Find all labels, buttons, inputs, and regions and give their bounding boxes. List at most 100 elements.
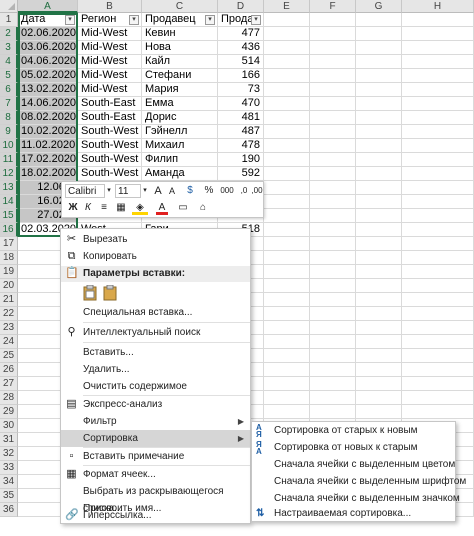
cell[interactable] (402, 293, 474, 307)
cell[interactable] (402, 69, 474, 83)
cell[interactable] (310, 251, 356, 265)
cell[interactable] (356, 307, 402, 321)
menu-item-delete[interactable]: Удалить... (61, 361, 250, 378)
cell[interactable] (264, 125, 310, 139)
row-header[interactable]: 15 (0, 209, 18, 223)
cell[interactable] (402, 209, 474, 223)
cell[interactable] (356, 209, 402, 223)
filter-dropdown-icon[interactable]: ▾ (251, 15, 261, 25)
cell[interactable] (356, 279, 402, 293)
cell[interactable] (356, 223, 402, 237)
cell[interactable]: 481 (218, 111, 264, 125)
cell[interactable]: Стефани (142, 69, 218, 83)
cell[interactable] (264, 97, 310, 111)
cell[interactable] (402, 97, 474, 111)
cell[interactable] (264, 69, 310, 83)
cell[interactable] (356, 391, 402, 405)
cell[interactable]: Нова (142, 41, 218, 55)
cell[interactable]: 477 (218, 27, 264, 41)
cell[interactable] (310, 363, 356, 377)
cell[interactable] (402, 139, 474, 153)
currency-icon[interactable]: $ (182, 184, 198, 198)
merge-cells-icon[interactable]: ▭ (176, 201, 190, 215)
cell[interactable] (356, 195, 402, 209)
cell[interactable] (310, 307, 356, 321)
row-header[interactable]: 28 (0, 391, 18, 405)
row-header[interactable]: 17 (0, 237, 18, 251)
font-name-box[interactable]: Calibri (65, 184, 105, 198)
cell[interactable]: 73 (218, 83, 264, 97)
cell[interactable] (356, 349, 402, 363)
sort-custom[interactable]: ⇅ Настраиваемая сортировка... (252, 506, 455, 522)
row-header[interactable]: 24 (0, 335, 18, 349)
cell[interactable] (402, 279, 474, 293)
sort-new-to-old[interactable]: Я A Сортировка от новых к старым (252, 440, 455, 456)
cell[interactable] (310, 209, 356, 223)
cell[interactable]: South-West (78, 153, 142, 167)
cell[interactable] (310, 195, 356, 209)
cell[interactable] (310, 349, 356, 363)
cell[interactable] (402, 55, 474, 69)
column-header[interactable]: H (402, 0, 474, 13)
row-header[interactable]: 13 (0, 181, 18, 195)
menu-item-pick-list[interactable]: Выбрать из раскрывающегося списка... (61, 483, 250, 514)
cell[interactable] (264, 405, 310, 419)
cell[interactable] (356, 181, 402, 195)
row-header[interactable]: 35 (0, 489, 18, 503)
format-painter-icon[interactable]: ⌂ (196, 201, 210, 215)
sort-cell-color-first[interactable]: Сначала ячейки с выделенным цветом (252, 457, 455, 473)
cell[interactable] (402, 181, 474, 195)
row-header[interactable]: 27 (0, 377, 18, 391)
row-header[interactable]: 9 (0, 125, 18, 139)
row-header[interactable]: 29 (0, 405, 18, 419)
column-header[interactable]: G (356, 0, 402, 13)
cell[interactable] (264, 251, 310, 265)
cell[interactable] (402, 321, 474, 335)
cell[interactable] (264, 181, 310, 195)
cell[interactable]: Mid-West (78, 69, 142, 83)
cell[interactable] (310, 55, 356, 69)
menu-item-insert-note[interactable]: ▫ Вставить примечание (61, 448, 250, 465)
row-header[interactable]: 3 (0, 41, 18, 55)
font-size-box[interactable]: 11 (115, 184, 141, 198)
cell[interactable] (264, 335, 310, 349)
cell[interactable]: 08.02.2020 (18, 111, 78, 125)
cell[interactable]: 10.02.2020 (18, 125, 78, 139)
menu-item-format-cells[interactable]: ▦ Формат ячеек... (61, 466, 250, 483)
cell[interactable] (356, 377, 402, 391)
row-header[interactable]: 34 (0, 475, 18, 489)
row-header[interactable]: 25 (0, 349, 18, 363)
italic-button[interactable]: К (82, 201, 94, 215)
cell[interactable] (356, 363, 402, 377)
row-header[interactable]: 33 (0, 461, 18, 475)
cell[interactable] (264, 293, 310, 307)
cell[interactable] (356, 251, 402, 265)
cell[interactable]: 190 (218, 153, 264, 167)
row-header[interactable]: 26 (0, 363, 18, 377)
cell[interactable] (402, 251, 474, 265)
cell[interactable] (310, 265, 356, 279)
row-header[interactable]: 11 (0, 153, 18, 167)
cell[interactable] (310, 293, 356, 307)
cell[interactable] (402, 83, 474, 97)
cell[interactable]: Гэйнелл (142, 125, 218, 139)
cell[interactable] (310, 139, 356, 153)
cell[interactable] (310, 405, 356, 419)
cell[interactable] (310, 69, 356, 83)
cell[interactable] (264, 321, 310, 335)
row-header[interactable]: 1 (0, 13, 18, 27)
row-header[interactable]: 30 (0, 419, 18, 433)
cell[interactable]: Филип (142, 153, 218, 167)
cell[interactable] (402, 195, 474, 209)
menu-item-smart-lookup[interactable]: ⚲ Интеллектуальный поиск (61, 324, 250, 341)
cell[interactable] (402, 167, 474, 181)
cell[interactable] (310, 335, 356, 349)
cell[interactable]: 03.06.2020 (18, 41, 78, 55)
cell[interactable] (356, 69, 402, 83)
cell[interactable]: Аманда (142, 167, 218, 181)
cell[interactable] (264, 377, 310, 391)
menu-item-hyperlink[interactable]: 🔗 Гиперссылка... (61, 507, 250, 524)
cell[interactable]: Кевин (142, 27, 218, 41)
cell[interactable] (264, 391, 310, 405)
cell[interactable] (356, 125, 402, 139)
